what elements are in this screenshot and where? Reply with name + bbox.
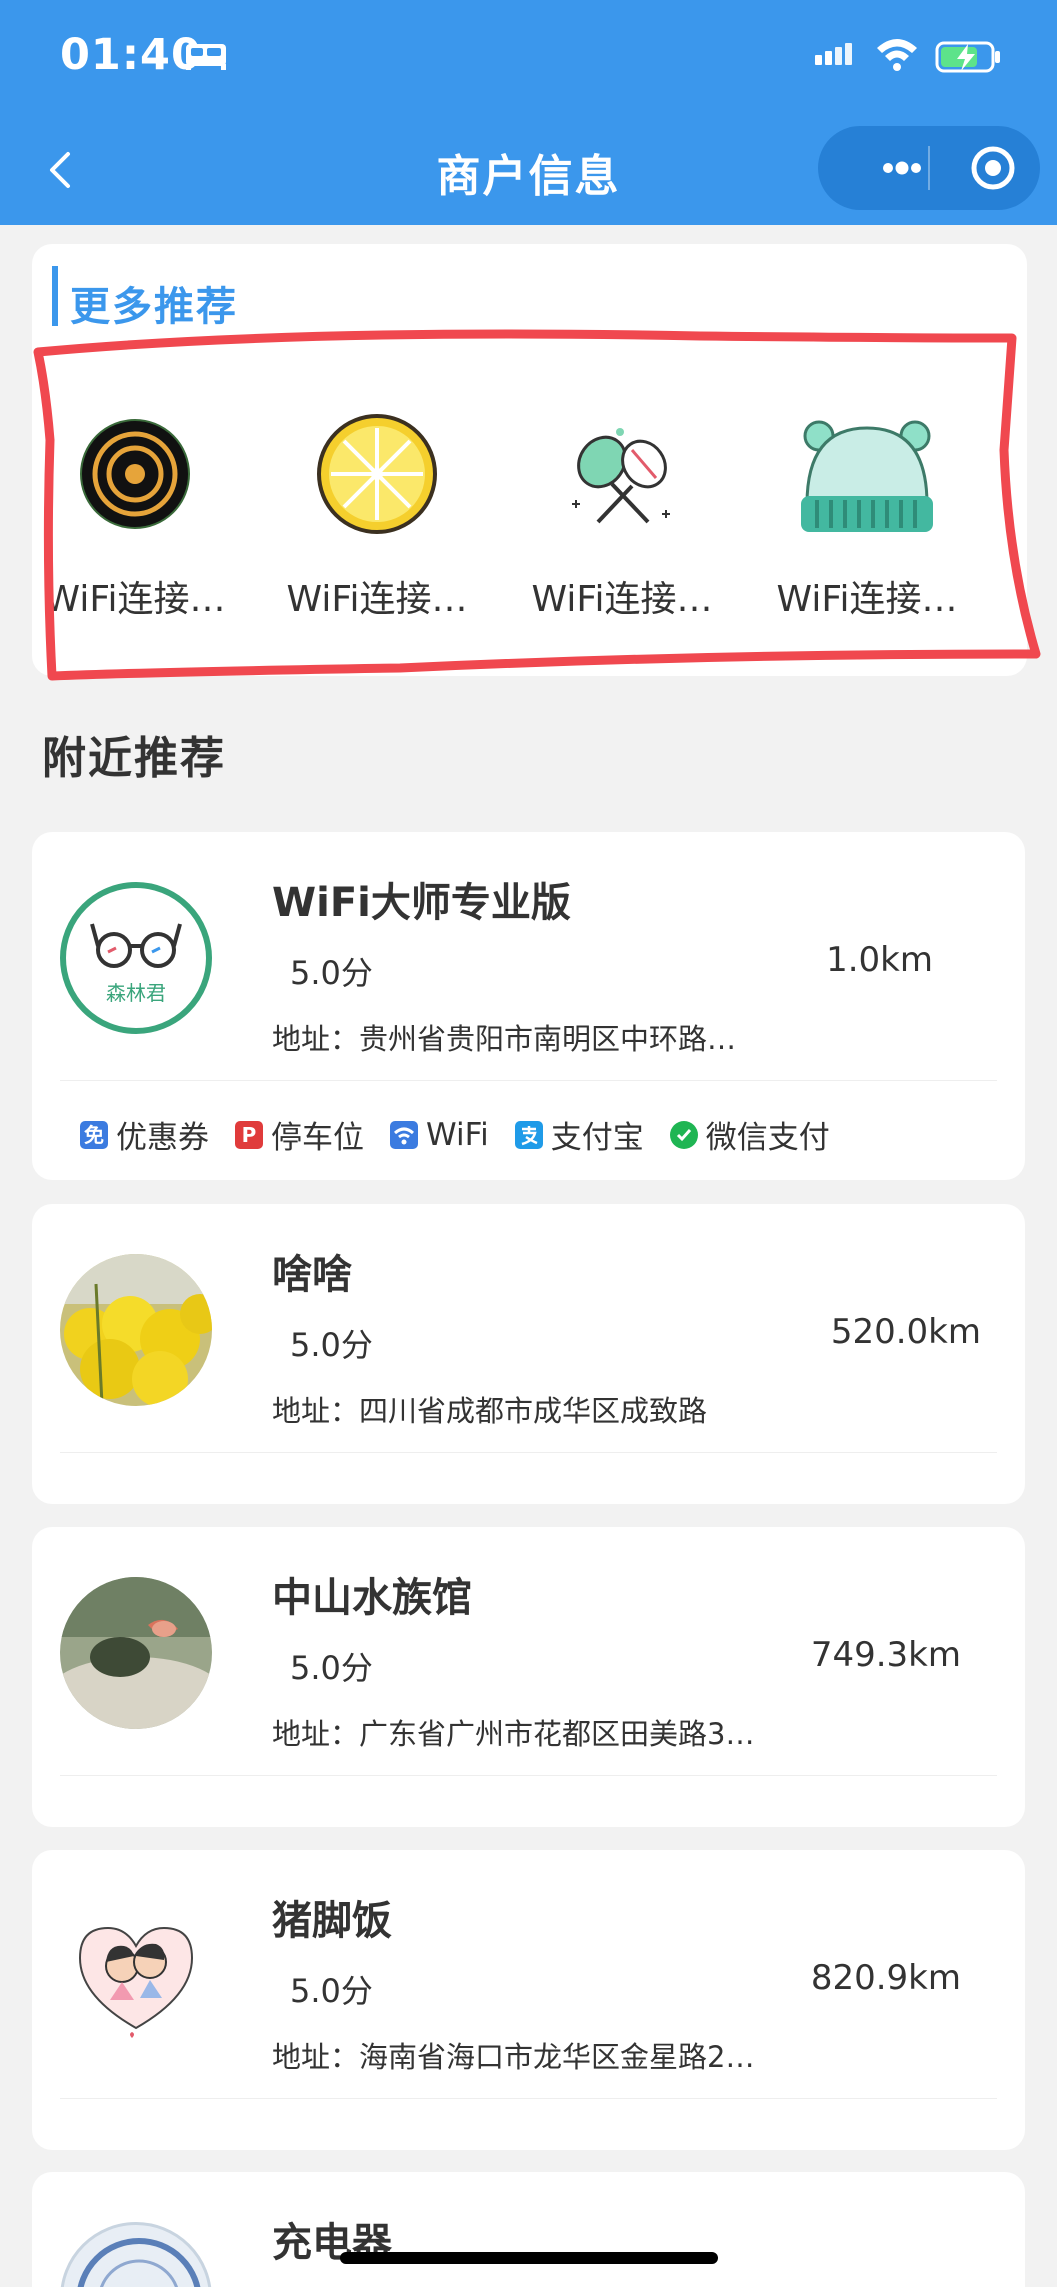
tag-label: 微信支付 bbox=[705, 1120, 830, 1156]
merchant-card[interactable]: 中山水族馆 5.0分 749.3km 地址：广东省广州市花都区田美路3… bbox=[32, 1527, 1025, 1827]
aquarium-image bbox=[60, 1577, 212, 1729]
merchant-name: WiFi大师专业版 bbox=[272, 880, 571, 926]
merchant-address: 地址：广东省广州市花都区田美路3… bbox=[272, 1717, 755, 1751]
parking-icon: P bbox=[235, 1120, 263, 1149]
porcelain-plate-image bbox=[77, 2238, 201, 2287]
merchant-name: 啥啥 bbox=[272, 1252, 352, 1298]
merchant-address: 地址：海南省海口市龙华区金星路2… bbox=[272, 2040, 755, 2074]
merchant-score: 5.0分 bbox=[290, 1972, 373, 2010]
tag-label: 支付宝 bbox=[550, 1120, 644, 1156]
merchant-avatar bbox=[60, 1577, 212, 1729]
merchant-avatar bbox=[60, 2222, 212, 2287]
merchant-tags: 免优惠券 P 停车位 WiFi 支付宝 微信支付 bbox=[80, 1112, 856, 1157]
merchant-card[interactable]: 啥啥 5.0分 520.0km 地址：四川省成都市成华区成致路 bbox=[32, 1204, 1025, 1504]
merchant-score: 5.0分 bbox=[290, 1326, 373, 1364]
tag-coupon: 免优惠券 bbox=[80, 1112, 209, 1157]
merchant-name: 猪脚饭 bbox=[272, 1898, 392, 1944]
divider bbox=[60, 1452, 997, 1453]
tag-label: WiFi bbox=[426, 1116, 489, 1153]
avatar-logo-text: 森林君 bbox=[106, 981, 166, 1005]
merchant-distance: 749.3km bbox=[810, 1635, 961, 1675]
merchant-address: 地址：四川省成都市成华区成致路 bbox=[272, 1394, 708, 1428]
couple-heart-icon bbox=[78, 1926, 194, 2038]
tag-label: 优惠券 bbox=[116, 1120, 209, 1156]
merchant-card[interactable]: 森林君 WiFi大师专业版 5.0分 1.0km 地址：贵州省贵阳市南明区中环路… bbox=[32, 832, 1025, 1180]
merchant-score: 5.0分 bbox=[290, 1649, 373, 1687]
merchant-distance: 820.9km bbox=[810, 1958, 961, 1998]
tag-wifi: WiFi bbox=[390, 1117, 489, 1153]
tag-label: 停车位 bbox=[271, 1120, 364, 1156]
merchant-card[interactable]: 猪脚饭 5.0分 820.9km 地址：海南省海口市龙华区金星路2… bbox=[32, 1850, 1025, 2150]
wifi-icon bbox=[390, 1120, 418, 1149]
merchant-name: 中山水族馆 bbox=[272, 1575, 472, 1621]
merchant-avatar: 森林君 bbox=[60, 882, 212, 1034]
nearby-title: 附近推荐 bbox=[42, 733, 226, 784]
highlight-box bbox=[33, 329, 1041, 681]
merchant-address: 地址：贵州省贵阳市南明区中环路… bbox=[272, 1022, 737, 1056]
merchant-distance: 1.0km bbox=[826, 940, 933, 980]
coupon-icon: 免 bbox=[80, 1120, 108, 1149]
tag-alipay: 支付宝 bbox=[514, 1112, 644, 1157]
alipay-icon bbox=[514, 1120, 543, 1149]
divider bbox=[60, 1775, 997, 1776]
merchant-distance: 520.0km bbox=[830, 1312, 981, 1352]
divider bbox=[60, 1080, 997, 1081]
home-indicator bbox=[340, 2252, 718, 2264]
tag-wechat-pay: 微信支付 bbox=[669, 1112, 830, 1157]
merchant-score: 5.0分 bbox=[290, 954, 373, 992]
divider bbox=[60, 2098, 997, 2099]
merchant-card[interactable]: 充电器 bbox=[32, 2172, 1025, 2287]
glasses-logo-icon: 森林君 bbox=[90, 923, 182, 1005]
wechat-pay-icon bbox=[669, 1120, 698, 1149]
merchant-avatar bbox=[60, 1254, 212, 1406]
rapeseed-flowers-image bbox=[60, 1254, 212, 1406]
merchant-avatar bbox=[60, 1900, 212, 2052]
tag-parking: P 停车位 bbox=[235, 1112, 364, 1157]
